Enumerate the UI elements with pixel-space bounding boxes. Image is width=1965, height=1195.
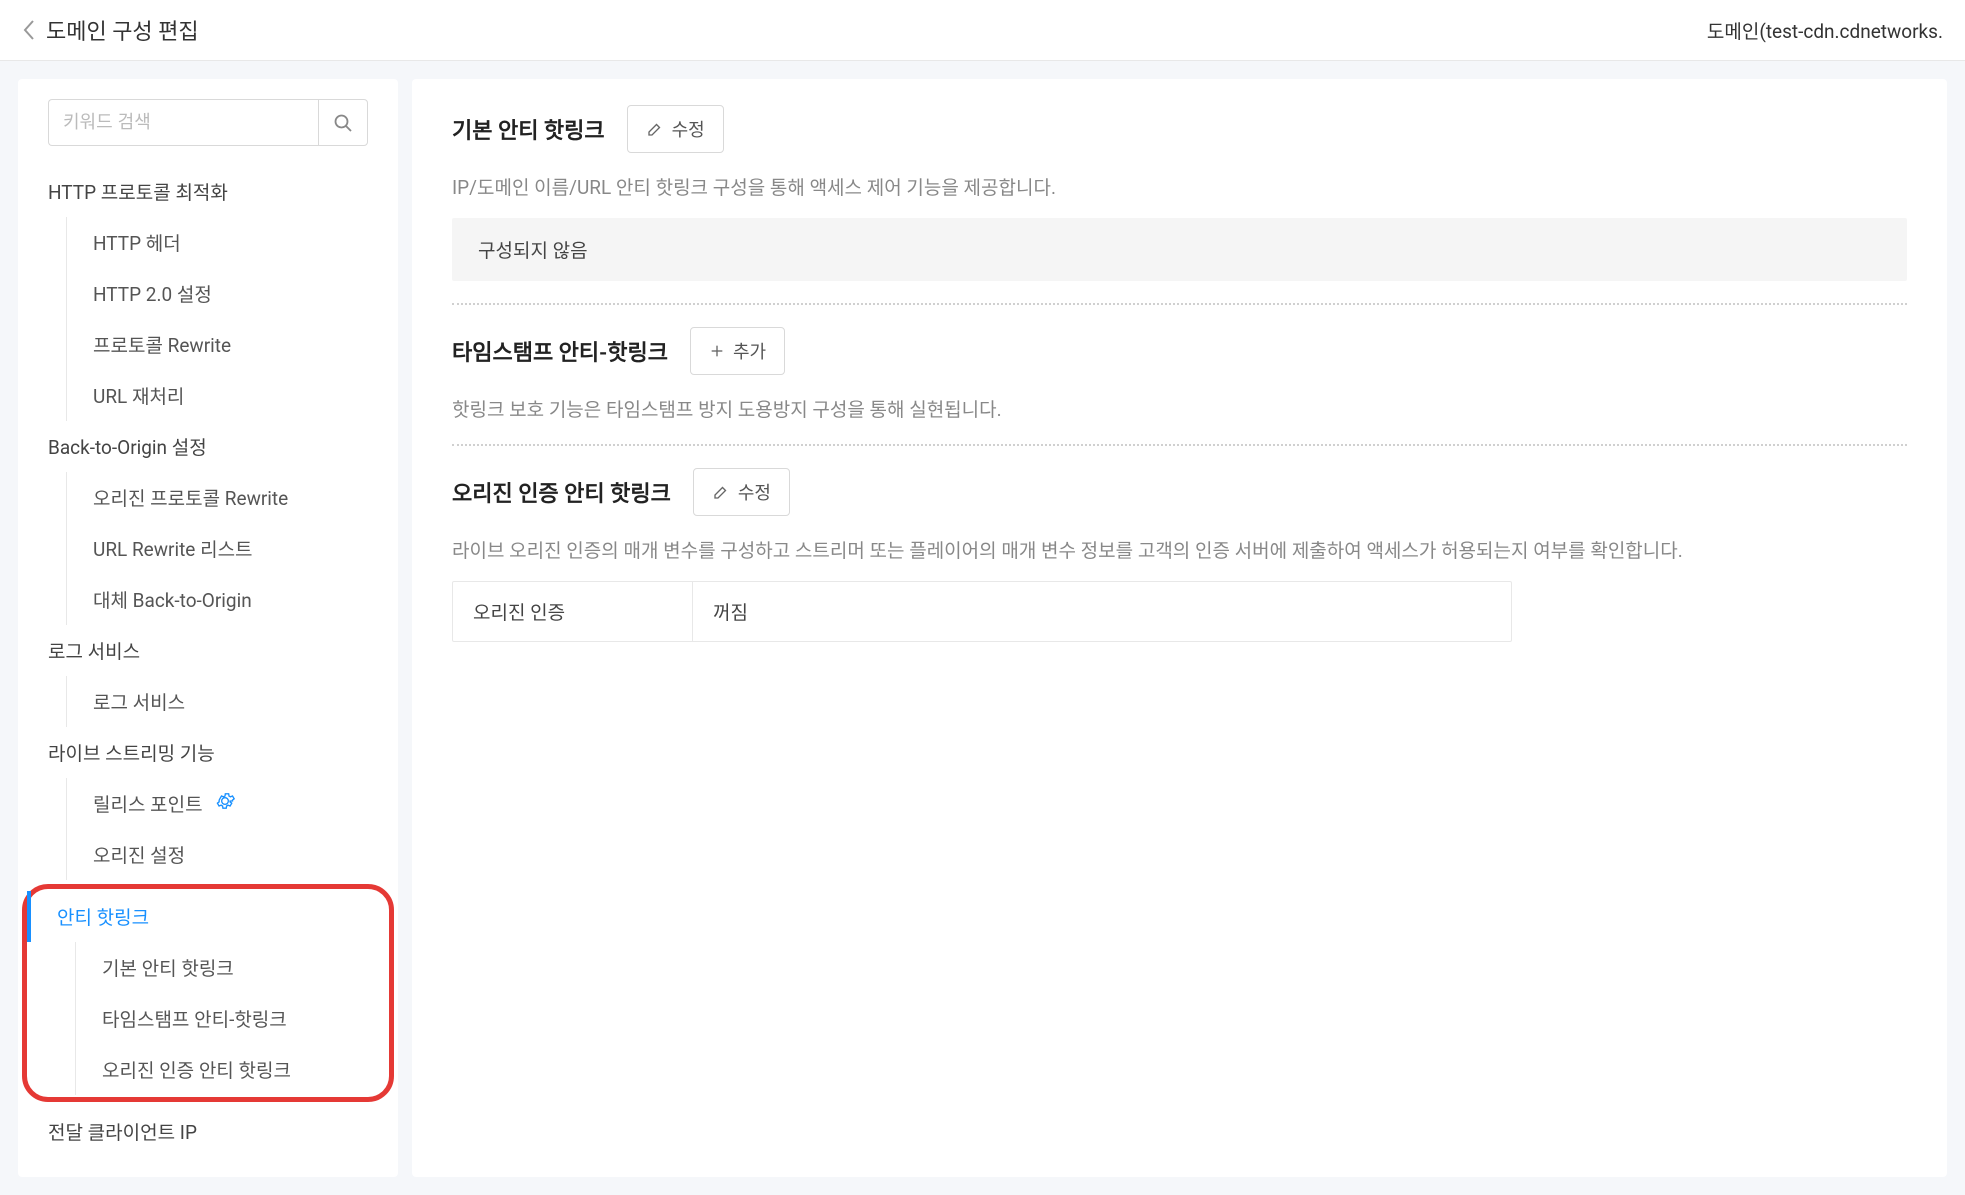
section-description: IP/도메인 이름/URL 안티 핫링크 구성을 통해 액세스 제어 기능을 제… (452, 173, 1907, 200)
nav-group-log-service[interactable]: 로그 서비스 (18, 625, 398, 676)
nav-group-forward-client-ip[interactable]: 전달 클라이언트 IP (18, 1106, 398, 1157)
sidebar: HTTP 프로토콜 최적화 HTTP 헤더 HTTP 2.0 설정 프로토콜 R… (18, 79, 398, 1177)
kv-table: 오리진 인증 꺼짐 (452, 581, 1512, 642)
section-origin-auth-anti-hotlink: 오리진 인증 안티 핫링크 수정 라이브 오리진 인증의 매개 변수를 구성하고… (452, 468, 1907, 642)
page-header: 도메인 구성 편집 도메인(test-cdn.cdnetworks. (0, 0, 1965, 61)
back-chevron-icon[interactable] (22, 19, 36, 41)
add-button[interactable]: 추가 (690, 327, 785, 375)
nav-item-http-header[interactable]: HTTP 헤더 (66, 217, 398, 268)
section-title: 오리진 인증 안티 핫링크 (452, 476, 671, 508)
nav-item-url-rewrite-list[interactable]: URL Rewrite 리스트 (66, 523, 398, 574)
button-label: 추가 (733, 338, 766, 364)
nav-item-origin-protocol-rewrite[interactable]: 오리진 프로토콜 Rewrite (66, 472, 398, 523)
nav-group-live-streaming[interactable]: 라이브 스트리밍 기능 (18, 727, 398, 778)
kv-key: 오리진 인증 (453, 582, 693, 641)
section-divider (452, 303, 1907, 305)
nav-item-basic-anti-hotlink[interactable]: 기본 안티 핫링크 (75, 942, 389, 993)
section-head: 타임스탬프 안티-핫링크 추가 (452, 327, 1907, 375)
nav-item-http2-setting[interactable]: HTTP 2.0 설정 (66, 268, 398, 319)
search-input[interactable] (48, 99, 318, 146)
nav-item-origin-auth-anti-hotlink[interactable]: 오리진 인증 안티 핫링크 (75, 1044, 389, 1095)
button-label: 수정 (738, 479, 771, 505)
edit-icon (646, 120, 664, 138)
section-title: 기본 안티 핫링크 (452, 113, 605, 145)
page-title: 도메인 구성 편집 (46, 14, 199, 46)
edit-icon (712, 483, 730, 501)
kv-value: 꺼짐 (693, 582, 1511, 641)
domain-label: 도메인(test-cdn.cdnetworks. (1707, 17, 1943, 44)
nav-item-alternate-back-to-origin[interactable]: 대체 Back-to-Origin (66, 574, 398, 625)
button-label: 수정 (672, 116, 705, 142)
edit-button[interactable]: 수정 (627, 105, 724, 153)
section-basic-anti-hotlink: 기본 안티 핫링크 수정 IP/도메인 이름/URL 안티 핫링크 구성을 통해… (452, 105, 1907, 281)
empty-state: 구성되지 않음 (452, 218, 1907, 281)
section-divider (452, 444, 1907, 446)
search-icon (333, 113, 353, 133)
nav-group-back-to-origin[interactable]: Back-to-Origin 설정 (18, 421, 398, 472)
content-wrapper: HTTP 프로토콜 최적화 HTTP 헤더 HTTP 2.0 설정 프로토콜 R… (0, 61, 1965, 1195)
nav-item-log-service[interactable]: 로그 서비스 (66, 676, 398, 727)
edit-button[interactable]: 수정 (693, 468, 790, 516)
section-description: 핫링크 보호 기능은 타임스탬프 방지 도용방지 구성을 통해 실현됩니다. (452, 395, 1907, 422)
search-button[interactable] (318, 99, 368, 146)
highlight-box: 안티 핫링크 기본 안티 핫링크 타임스탬프 안티-핫링크 오리진 인증 안티 … (22, 884, 394, 1102)
nav-item-protocol-rewrite[interactable]: 프로토콜 Rewrite (66, 319, 398, 370)
nav-item-timestamp-anti-hotlink[interactable]: 타임스탬프 안티-핫링크 (75, 993, 389, 1044)
section-head: 기본 안티 핫링크 수정 (452, 105, 1907, 153)
section-description: 라이브 오리진 인증의 매개 변수를 구성하고 스트리머 또는 플레이어의 매개… (452, 536, 1907, 563)
nav-group-anti-hotlink[interactable]: 안티 핫링크 (27, 891, 389, 942)
nav-item-label: 릴리스 포인트 (93, 793, 203, 816)
plus-icon (709, 343, 725, 359)
section-timestamp-anti-hotlink: 타임스탬프 안티-핫링크 추가 핫링크 보호 기능은 타임스탬프 방지 도용방지… (452, 327, 1907, 422)
section-head: 오리진 인증 안티 핫링크 수정 (452, 468, 1907, 516)
search-wrap (18, 99, 398, 166)
nav-item-release-point[interactable]: 릴리스 포인트 (66, 778, 398, 829)
nav-group-http-optimization[interactable]: HTTP 프로토콜 최적화 (18, 166, 398, 217)
gear-icon (215, 791, 235, 811)
nav-item-origin-setting[interactable]: 오리진 설정 (66, 829, 398, 880)
section-title: 타임스탬프 안티-핫링크 (452, 335, 668, 367)
nav-item-url-reprocess[interactable]: URL 재처리 (66, 370, 398, 421)
main-content: 기본 안티 핫링크 수정 IP/도메인 이름/URL 안티 핫링크 구성을 통해… (412, 79, 1947, 1177)
header-left: 도메인 구성 편집 (22, 14, 199, 46)
